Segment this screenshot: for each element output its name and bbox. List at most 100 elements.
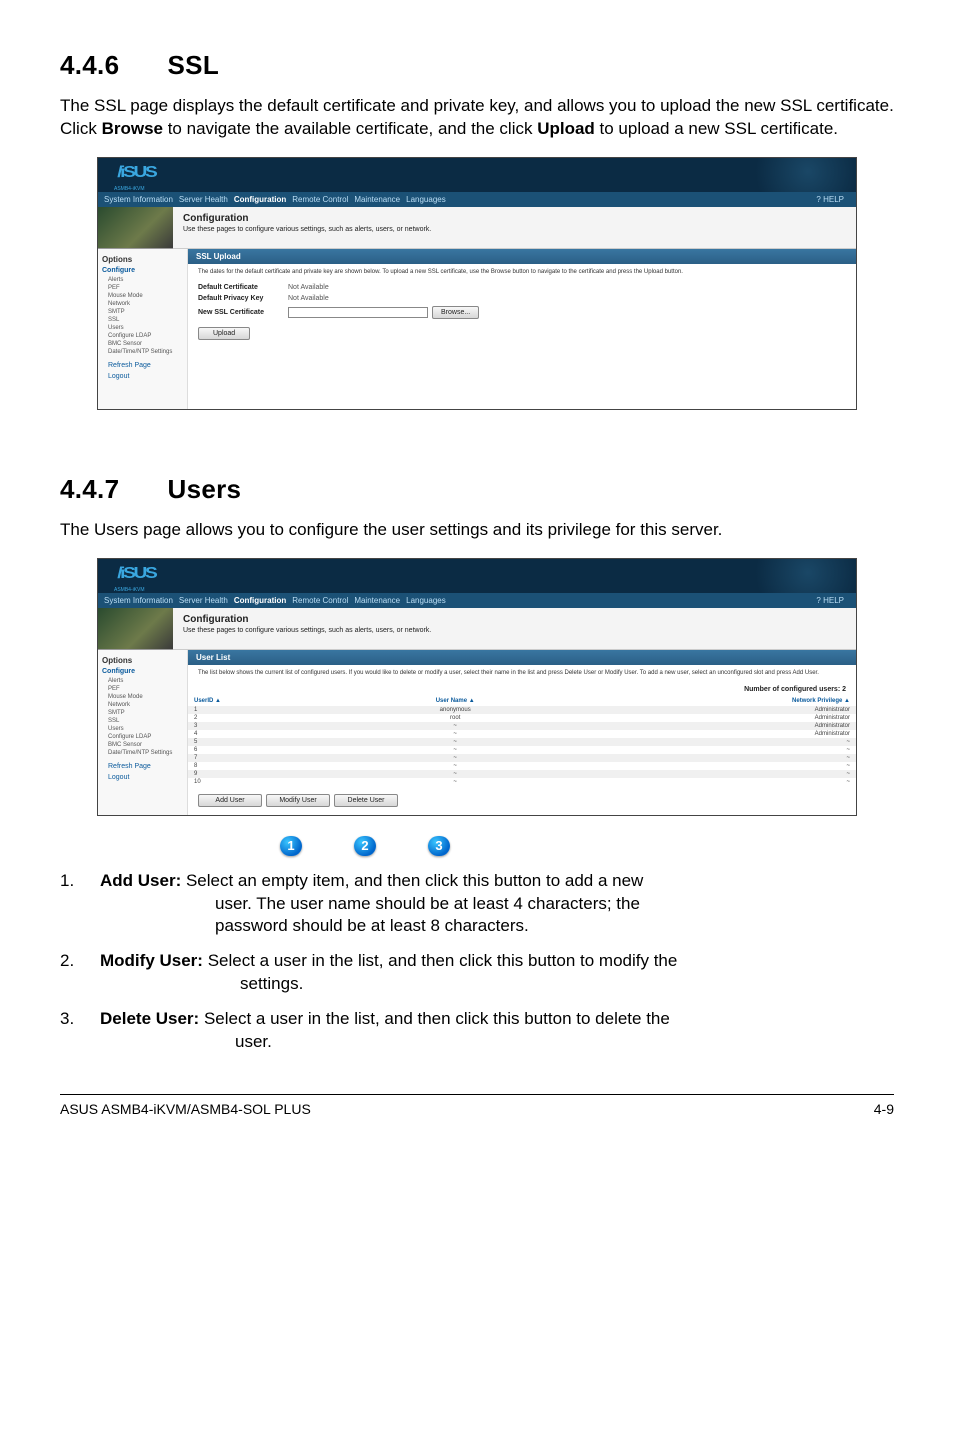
- user-list-bar: User List: [188, 650, 856, 665]
- help-link[interactable]: ? HELP: [816, 195, 844, 204]
- sidebar-item-ssl[interactable]: SSL: [108, 316, 183, 324]
- nav-remote-control[interactable]: Remote Control: [292, 195, 348, 204]
- table-row[interactable]: 10~~: [188, 778, 856, 786]
- col-userid[interactable]: UserID: [194, 698, 213, 704]
- item-3-num: 3.: [60, 1008, 100, 1054]
- user-table: UserID ▲ User Name ▲ Network Privilege ▲…: [188, 696, 856, 786]
- delete-user-button[interactable]: Delete User: [334, 794, 398, 807]
- description-list: 1. Add User: Select an empty item, and t…: [60, 870, 894, 1055]
- sidebar-item-mouse-mode-2[interactable]: Mouse Mode: [108, 693, 183, 701]
- conf-thumb: [98, 207, 173, 249]
- help-link-2[interactable]: ? HELP: [816, 596, 844, 605]
- nav-server-health-2[interactable]: Server Health: [179, 596, 228, 605]
- main-ssl: SSL Upload The dates for the default cer…: [188, 249, 856, 409]
- header-art-2: [736, 559, 856, 593]
- sidebar-options: Options: [102, 255, 183, 264]
- nav-maintenance-2[interactable]: Maintenance: [354, 596, 400, 605]
- default-cert-label: Default Certificate: [198, 284, 288, 291]
- asus-logo: /iSUS: [98, 161, 167, 183]
- modify-user-button[interactable]: Modify User: [266, 794, 330, 807]
- sidebar-item-ldap[interactable]: Configure LDAP: [108, 332, 183, 340]
- sidebar-options-2: Options: [102, 656, 183, 665]
- nav-server-health[interactable]: Server Health: [179, 195, 228, 204]
- ssl-paragraph: The SSL page displays the default certif…: [60, 95, 894, 141]
- nav-maintenance[interactable]: Maintenance: [354, 195, 400, 204]
- conf-text: Configuration Use these pages to configu…: [173, 207, 856, 249]
- table-row[interactable]: 4~Administrator: [188, 730, 856, 738]
- add-user-button[interactable]: Add User: [198, 794, 262, 807]
- item-3-bold: Delete User:: [100, 1009, 199, 1028]
- sidebar-item-ldap-2[interactable]: Configure LDAP: [108, 733, 183, 741]
- footer: ASUS ASMB4-iKVM/ASMB4-SOL PLUS 4-9: [60, 1095, 894, 1117]
- sidebar-item-mouse-mode[interactable]: Mouse Mode: [108, 292, 183, 300]
- sidebar-item-bmc-sensor[interactable]: BMC Sensor: [108, 340, 183, 348]
- sidebar-item-network-2[interactable]: Network: [108, 701, 183, 709]
- sidebar-item-users[interactable]: Users: [108, 324, 183, 332]
- top-nav: System Information Server Health Configu…: [98, 192, 856, 207]
- nav-configuration-2[interactable]: Configuration: [234, 596, 286, 605]
- sidebar: Options Configure Alerts PEF Mouse Mode …: [98, 249, 188, 409]
- browse-button[interactable]: Browse...: [432, 306, 479, 319]
- heading-ssl-num: 4.4.6: [60, 50, 160, 81]
- logo-subtitle: ASMB4-iKVM: [98, 186, 145, 192]
- default-key-label: Default Privacy Key: [198, 295, 288, 302]
- table-row[interactable]: 6~~: [188, 746, 856, 754]
- conf-title: Configuration: [183, 213, 846, 224]
- table-row[interactable]: 2rootAdministrator: [188, 714, 856, 722]
- refresh-page[interactable]: Refresh Page: [102, 362, 183, 369]
- sidebar-item-users-2[interactable]: Users: [108, 725, 183, 733]
- sidebar-item-datetime-2[interactable]: Date/Time/NTP Settings: [108, 749, 183, 757]
- table-row[interactable]: 5~~: [188, 738, 856, 746]
- nav-configuration[interactable]: Configuration: [234, 195, 286, 204]
- new-cert-input[interactable]: [288, 307, 428, 318]
- logout-2[interactable]: Logout: [102, 774, 183, 781]
- sidebar-item-smtp-2[interactable]: SMTP: [108, 709, 183, 717]
- nav-system-information[interactable]: System Information: [104, 195, 173, 204]
- top-nav-2: System Information Server Health Configu…: [98, 593, 856, 608]
- table-row[interactable]: 8~~: [188, 762, 856, 770]
- item-3-text: Delete User: Select a user in the list, …: [100, 1008, 894, 1054]
- heading-ssl-title: SSL: [168, 50, 219, 80]
- ssl-upload-bar: SSL Upload: [188, 249, 856, 264]
- sidebar-item-alerts-2[interactable]: Alerts: [108, 677, 183, 685]
- logo-subtitle-2: ASMB4-iKVM: [98, 587, 145, 593]
- sidebar-configure-2[interactable]: Configure: [102, 668, 183, 675]
- sidebar-item-alerts[interactable]: Alerts: [108, 276, 183, 284]
- bold-browse: Browse: [102, 119, 163, 138]
- nav-languages[interactable]: Languages: [406, 195, 446, 204]
- col-username[interactable]: User Name: [436, 698, 467, 704]
- table-row[interactable]: 7~~: [188, 754, 856, 762]
- default-key-value: Not Available: [288, 295, 329, 302]
- table-row[interactable]: 9~~: [188, 770, 856, 778]
- refresh-page-2[interactable]: Refresh Page: [102, 763, 183, 770]
- nav-system-information-2[interactable]: System Information: [104, 596, 173, 605]
- header-art: [736, 158, 856, 192]
- item-2-bold: Modify User:: [100, 951, 203, 970]
- screenshot-ssl: /iSUS ASMB4-iKVM System Information Serv…: [97, 157, 857, 410]
- sidebar-2: Options Configure Alerts PEF Mouse Mode …: [98, 650, 188, 815]
- sidebar-item-datetime[interactable]: Date/Time/NTP Settings: [108, 348, 183, 356]
- sidebar-item-smtp[interactable]: SMTP: [108, 308, 183, 316]
- item-1-num: 1.: [60, 870, 100, 939]
- conf-title-2: Configuration: [183, 614, 846, 625]
- heading-users: 4.4.7 Users: [60, 474, 894, 505]
- conf-banner-2: Configuration Use these pages to configu…: [98, 608, 856, 650]
- sidebar-item-ssl-2[interactable]: SSL: [108, 717, 183, 725]
- nav-remote-control-2[interactable]: Remote Control: [292, 596, 348, 605]
- upload-button[interactable]: Upload: [198, 327, 250, 340]
- sidebar-item-pef-2[interactable]: PEF: [108, 685, 183, 693]
- shot-header-2: /iSUS ASMB4-iKVM: [98, 559, 856, 593]
- sidebar-configure[interactable]: Configure: [102, 267, 183, 274]
- table-row[interactable]: 1anonymousAdministrator: [188, 706, 856, 714]
- default-cert-value: Not Available: [288, 284, 329, 291]
- nav-languages-2[interactable]: Languages: [406, 596, 446, 605]
- badge-2: 2: [354, 836, 376, 856]
- logout[interactable]: Logout: [102, 373, 183, 380]
- sidebar-item-network[interactable]: Network: [108, 300, 183, 308]
- item-2-num: 2.: [60, 950, 100, 996]
- col-priv[interactable]: Network Privilege: [792, 698, 842, 704]
- user-list-desc: The list below shows the current list of…: [188, 665, 856, 683]
- sidebar-item-bmc-sensor-2[interactable]: BMC Sensor: [108, 741, 183, 749]
- table-row[interactable]: 3~Administrator: [188, 722, 856, 730]
- sidebar-item-pef[interactable]: PEF: [108, 284, 183, 292]
